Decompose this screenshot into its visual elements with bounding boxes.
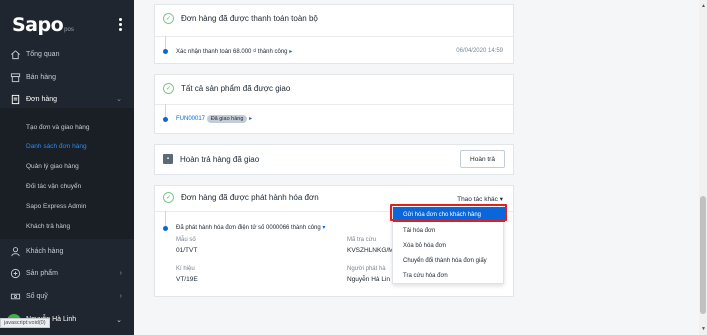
dropdown-item-convert-paper[interactable]: Chuyển đổi thành hóa đơn giấy	[393, 253, 505, 268]
nav-label: Tổng quan	[26, 50, 60, 58]
card-title: Tất cả sản phẩm đã được giao	[181, 84, 291, 93]
event-time: 06/04/2020 14:59	[456, 48, 503, 54]
scroll-up-icon[interactable]: ▲	[701, 3, 706, 9]
check-circle-icon: ✓	[163, 192, 174, 203]
cash-icon	[9, 290, 21, 302]
card-title: Hoàn trả hàng đã giao	[180, 154, 260, 164]
scrollbar-thumb[interactable]	[700, 196, 706, 314]
chevron-down-icon: ⌄	[116, 317, 122, 324]
returns-card: ▪ Hoàn trả hàng đã giao Hoàn trả	[154, 144, 514, 175]
check-circle-icon: ✓	[163, 83, 174, 94]
nav-label: Khách hàng	[26, 247, 64, 255]
home-icon	[9, 48, 21, 60]
subnav-label: Tạo đơn và giao hàng	[26, 124, 90, 131]
scroll-down-icon[interactable]: ▼	[701, 326, 706, 332]
document-icon	[9, 93, 21, 105]
dropdown-item-lookup-invoice[interactable]: Tra cứu hóa đơn	[393, 268, 505, 283]
subnav-label: Đối tác vận chuyển	[26, 183, 82, 190]
nav-label: Sản phẩm	[26, 269, 58, 277]
more-actions-button[interactable]: Thao tác khác ▾	[457, 195, 503, 203]
chevron-right-icon: ›	[119, 292, 122, 300]
nav-item-products[interactable]: Sản phẩm ›	[0, 263, 134, 283]
card-title: Đơn hàng đã được thanh toán toàn bộ	[181, 14, 318, 23]
box-icon	[9, 267, 21, 279]
timeline-line	[165, 36, 166, 50]
subnav-shipping-partners[interactable]: Đối tác vận chuyển	[0, 178, 134, 196]
subnav-label: Sapo Express Admin	[26, 203, 87, 210]
symbol-value: VT/19E	[176, 276, 198, 283]
divider	[155, 36, 513, 37]
dropdown-item-delete-invoice[interactable]: Xóa bỏ hóa đơn	[393, 238, 505, 253]
returns-card-header: ▪ Hoàn trả hàng đã giao	[163, 154, 259, 164]
subnav-order-list[interactable]: Danh sách đơn hàng	[0, 138, 134, 156]
divider	[155, 104, 513, 105]
vertical-scrollbar[interactable]: ▲ ▼	[699, 0, 707, 335]
subnav-create-order[interactable]: Tạo đơn và giao hàng	[0, 119, 134, 137]
dropdown-item-send-invoice[interactable]: Gửi hóa đơn cho khách hàng	[393, 207, 505, 222]
nav-label: Bán hàng	[26, 73, 56, 81]
sidebar: Sapo pos Tổng quan Bán hàng Đơn hàng ⌄ T…	[0, 0, 134, 335]
timeline-dot	[163, 226, 168, 231]
subnav-label: Quản lý giao hàng	[26, 163, 79, 170]
timeline-dot	[163, 117, 168, 122]
fulfillment-link[interactable]: FUN00017	[176, 116, 205, 122]
nav-item-overview[interactable]: Tổng quan	[0, 44, 134, 64]
timeline-line	[165, 211, 166, 227]
kebab-menu-icon[interactable]	[119, 18, 122, 31]
form-no-value: 01/TVT	[176, 247, 198, 254]
caret-right-icon[interactable]: ▸	[249, 116, 252, 122]
payment-card: ✓ Đơn hàng đã được thanh toán toàn bộ Xá…	[154, 4, 514, 64]
symbol-label: Kí hiệu	[176, 266, 195, 272]
nav-item-sales[interactable]: Bán hàng	[0, 67, 134, 87]
card-title: Đơn hàng đã được phát hành hóa đơn	[181, 193, 319, 202]
subnav-shipping-management[interactable]: Quản lý giao hàng	[0, 158, 134, 176]
timeline-line	[165, 104, 166, 118]
timeline-dot	[163, 49, 168, 54]
subnav-customer-returns[interactable]: Khách trả hàng	[0, 218, 134, 236]
issuer-value: Nguyễn Hà Lin	[347, 276, 390, 283]
payment-card-header: ✓ Đơn hàng đã được thanh toán toàn bộ	[163, 13, 318, 24]
logo-text: Sapo	[12, 14, 64, 36]
invoice-event-text[interactable]: Đã phát hành hóa đơn điện tử số 0000066 …	[176, 224, 325, 231]
status-badge: Đã giao hàng	[206, 115, 248, 123]
logo-subtext: pos	[64, 27, 74, 33]
nav-item-orders[interactable]: Đơn hàng ⌄	[0, 89, 134, 109]
dropdown-item-download-invoice[interactable]: Tải hóa đơn	[393, 223, 505, 238]
form-no-label: Mẫu số	[176, 237, 196, 243]
issuer-label: Người phát hà	[347, 266, 386, 272]
subnav-sapo-express-admin[interactable]: Sapo Express Admin	[0, 198, 134, 216]
more-actions-dropdown: Gửi hóa đơn cho khách hàng Tải hóa đơn X…	[392, 204, 505, 284]
subnav-label: Danh sách đơn hàng	[26, 143, 87, 150]
status-bar-url: javascript:void(0)	[0, 318, 50, 328]
sapo-logo[interactable]: Sapo pos	[12, 14, 74, 36]
lookup-code-value: KVSZHLNKG/M	[347, 247, 394, 254]
store-icon	[9, 71, 21, 83]
nav-item-customers[interactable]: Khách hàng	[0, 241, 134, 261]
delivered-card-header: ✓ Tất cả sản phẩm đã được giao	[163, 83, 290, 94]
return-box-icon: ▪	[163, 154, 173, 164]
nav-item-cashbook[interactable]: Sổ quỹ ›	[0, 286, 134, 306]
delivered-card: ✓ Tất cả sản phẩm đã được giao FUN00017 …	[154, 74, 514, 134]
user-icon	[9, 245, 21, 257]
subnav-label: Khách trả hàng	[26, 223, 71, 230]
event-text[interactable]: Xác nhận thanh toán 68.000 ₫ thành công …	[176, 48, 292, 55]
chevron-down-icon: ⌄	[116, 96, 122, 103]
check-circle-icon: ✓	[163, 13, 174, 24]
nav-label: Đơn hàng	[26, 95, 58, 103]
nav-label: Sổ quỹ	[26, 292, 48, 300]
chevron-right-icon: ›	[119, 269, 122, 277]
lookup-code-label: Mã tra cứu	[347, 237, 377, 243]
return-button[interactable]: Hoàn trả	[460, 150, 505, 168]
fulfillment-row: FUN00017 Đã giao hàng ▸	[176, 115, 252, 123]
invoice-card-header: ✓ Đơn hàng đã được phát hành hóa đơn	[163, 192, 319, 203]
